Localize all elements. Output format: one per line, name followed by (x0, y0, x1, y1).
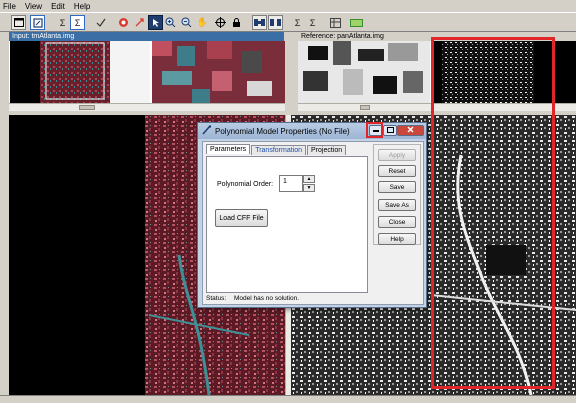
maximize-button[interactable] (383, 125, 397, 136)
menu-edit[interactable]: Edit (51, 2, 65, 11)
menu-file[interactable]: File (3, 2, 16, 11)
apply-button[interactable]: Apply (378, 149, 416, 161)
polynomial-order-input[interactable]: 1 (279, 175, 303, 192)
input-zoom-image[interactable] (152, 41, 285, 103)
toolbar: Σ Σ ✋ Σ Σ (0, 12, 576, 32)
target-icon[interactable] (116, 15, 131, 30)
tab-parameters[interactable]: Parameters (206, 144, 251, 154)
spin-down-icon: ▼ (306, 185, 312, 191)
polynomial-model-dialog: Polynomial Model Properties (No File) Pa… (197, 122, 427, 308)
sigma-auto-icon[interactable]: Σ (305, 15, 320, 30)
polynomial-order-label: Polynomial Order: (217, 181, 274, 188)
tab-transformation[interactable]: Transformation (251, 145, 306, 155)
sigma-icon-2[interactable]: Σ (290, 15, 305, 30)
menu-bar: File View Edit Help (0, 0, 576, 12)
sigma-icon[interactable]: Σ (55, 15, 70, 30)
checkmark-icon[interactable] (93, 15, 108, 30)
reference-highlight-box (431, 37, 555, 389)
create-point-icon[interactable] (132, 15, 147, 30)
status-label: Status: (206, 295, 227, 302)
input-overview-image[interactable] (10, 41, 150, 103)
maximize-icon (386, 126, 394, 135)
help-button[interactable]: Help (378, 233, 416, 245)
menu-help[interactable]: Help (74, 2, 90, 11)
window-status-bar (0, 395, 576, 403)
dialog-body: Parameters Transformation Projection Pol… (202, 141, 424, 305)
dialog-status-bar: Status: Model has no solution. (206, 295, 421, 304)
save-as-button[interactable]: Save As (378, 199, 416, 211)
load-cff-button[interactable]: Load CFF File (215, 209, 268, 227)
dialog-tabs: Parameters Transformation Projection (206, 144, 347, 155)
pan-hand-icon[interactable]: ✋ (195, 15, 210, 30)
spin-up-icon: ▲ (306, 176, 312, 182)
zoom-out-icon[interactable] (179, 15, 194, 30)
dialog-title: Polynomial Model Properties (No File) (215, 126, 350, 136)
link-viewers-icon[interactable] (252, 15, 267, 30)
lock-icon[interactable] (229, 15, 244, 30)
close-button[interactable]: Close (378, 216, 416, 228)
parameters-panel: Polynomial Order: 1 ▲ ▼ Load CFF File (206, 156, 368, 293)
zoom-in-icon[interactable] (163, 15, 178, 30)
window-icon[interactable] (11, 15, 26, 30)
dialog-button-column: Apply Reset Save Save As Close Help (373, 144, 421, 245)
tab-projection[interactable]: Projection (307, 145, 347, 155)
link-icon[interactable] (30, 15, 45, 30)
order-spin-down[interactable]: ▼ (303, 184, 315, 192)
close-icon (407, 126, 414, 135)
unlink-viewers-icon[interactable] (268, 15, 283, 30)
menu-view[interactable]: View (25, 2, 42, 11)
input-thumbnail-strip (9, 41, 285, 111)
save-button[interactable]: Save (378, 181, 416, 193)
ruler-icon[interactable] (349, 15, 364, 30)
grid-icon[interactable] (328, 15, 343, 30)
input-pane-title: Input: tmAtlanta.img (9, 32, 284, 41)
input-thumb-scrollbar[interactable] (9, 103, 285, 111)
reset-button[interactable]: Reset (378, 165, 416, 177)
status-text: Model has no solution. (234, 295, 300, 302)
close-window-button[interactable] (397, 125, 424, 136)
reference-zoom-image[interactable] (298, 41, 430, 103)
select-arrow-icon[interactable] (148, 15, 163, 30)
crosshair-icon[interactable] (213, 15, 228, 30)
polynomial-app-icon (202, 125, 212, 137)
order-spin-up[interactable]: ▲ (303, 175, 315, 183)
minimize-highlight-box (366, 122, 383, 138)
sigma-settings-icon[interactable]: Σ (70, 15, 85, 30)
